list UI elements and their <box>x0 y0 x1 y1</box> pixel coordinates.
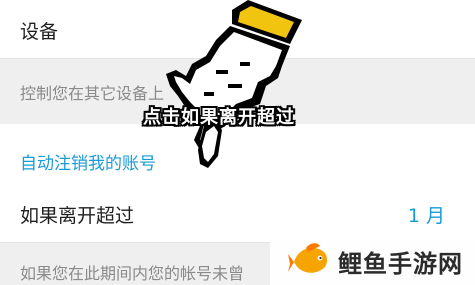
leave-duration-label: 如果离开超过 <box>20 205 135 227</box>
pixel-hand-pointer-icon <box>166 0 302 168</box>
device-label: 设备 <box>20 21 59 43</box>
leave-duration-value[interactable]: 1 月 <box>408 201 445 228</box>
carp-fish-logo <box>288 243 327 273</box>
watermark: 鲤鱼手游网 <box>270 232 475 285</box>
description-label: 如果您在此期间内您的帐号未曾 <box>20 264 245 283</box>
watermark-text: 鲤鱼手游网 <box>338 250 463 278</box>
overlay-caption: 点击如果离开超过 <box>143 107 295 128</box>
